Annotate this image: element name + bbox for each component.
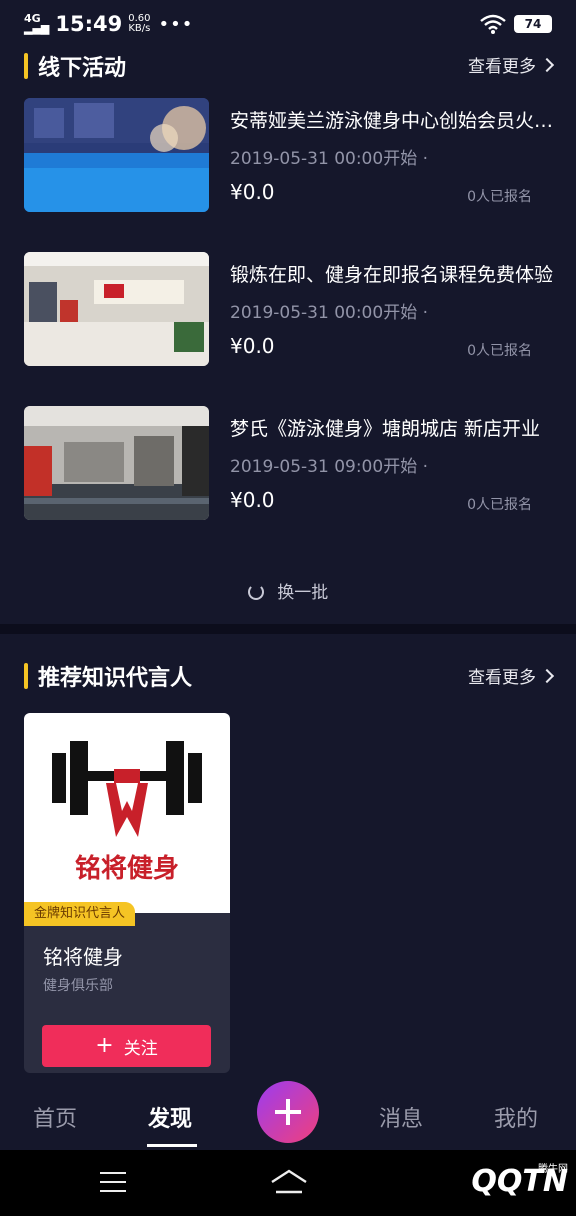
active-tab-indicator [147, 1144, 197, 1147]
section-accent-bar [24, 53, 28, 79]
follow-button[interactable]: + 关注 [42, 1025, 211, 1067]
event-signup-count: 0人已报名 [467, 189, 532, 205]
event-thumbnail [24, 406, 209, 520]
section-divider [0, 624, 576, 634]
system-nav-bar: QQTN 腾牛网 [0, 1150, 576, 1216]
event-title: 安蒂娅美兰游泳健身中心创始会员火热招募中 [230, 110, 554, 132]
tab-me[interactable]: 我的 [494, 1101, 538, 1133]
section-accent-bar [24, 663, 28, 689]
menu-icon[interactable] [100, 1172, 126, 1192]
event-date: 2019-05-31 00:00开始 · [230, 303, 428, 323]
tab-discover[interactable]: 发现 [148, 1101, 192, 1133]
status-bar: 4G ▂▄▆ 15:49 0.60 KB/s ••• 74 [0, 0, 576, 48]
spokesperson-card[interactable]: 铭将健身 金牌知识代言人 铭将健身 健身俱乐部 + 关注 [24, 713, 230, 1073]
event-signup-count: 0人已报名 [467, 343, 532, 359]
refresh-batch-button[interactable]: 换一批 [0, 578, 576, 603]
event-date: 2019-05-31 09:00开始 · [230, 457, 428, 477]
event-thumbnail [24, 98, 209, 212]
network-speed: 0.60 KB/s [128, 13, 151, 34]
event-title: 锻炼在即、健身在即报名课程免费体验 [230, 264, 554, 286]
offline-section-title: 线下活动 [38, 56, 127, 81]
event-thumbnail [24, 252, 209, 366]
chevron-right-icon [539, 668, 555, 683]
plus-icon: + [95, 1033, 114, 1058]
refresh-label: 换一批 [277, 583, 329, 603]
refresh-icon [247, 584, 264, 600]
event-signup-count: 0人已报名 [467, 497, 532, 513]
spokesperson-category: 健身俱乐部 [43, 978, 113, 994]
follow-label: 关注 [123, 1038, 158, 1059]
watermark-logo: QQTN 腾牛网 [471, 1164, 568, 1199]
home-icon[interactable] [270, 1168, 308, 1196]
battery-icon: 74 [514, 15, 552, 33]
event-price: ¥0.0 [230, 180, 275, 204]
spokesperson-logo: 铭将健身 [24, 713, 230, 913]
offline-more-link[interactable]: 查看更多 [468, 52, 555, 77]
offline-section-header: 线下活动 [24, 50, 126, 82]
tab-messages[interactable]: 消息 [379, 1101, 423, 1133]
wifi-icon [480, 14, 506, 34]
chevron-right-icon [539, 57, 555, 72]
event-item[interactable]: 安蒂娅美兰游泳健身中心创始会员火热招募中 2019-05-31 00:00开始 … [24, 98, 554, 212]
event-item[interactable]: 梦氏《游泳健身》塘朗城店 新店开业 2019-05-31 09:00开始 · ¥… [24, 406, 552, 520]
event-price: ¥0.0 [230, 334, 275, 358]
svg-text:铭将健身: 铭将健身 [75, 853, 179, 884]
plus-icon-vertical [286, 1099, 290, 1125]
status-time: 15:49 [55, 12, 123, 36]
signal-icon: 4G ▂▄▆ [24, 12, 50, 35]
gold-spokesperson-badge: 金牌知识代言人 [24, 902, 136, 926]
more-label: 查看更多 [468, 57, 536, 77]
more-status-icon: ••• [158, 13, 194, 35]
spokesperson-name: 铭将健身 [43, 945, 123, 969]
event-price: ¥0.0 [230, 488, 275, 512]
recommend-section-title: 推荐知识代言人 [38, 666, 193, 691]
recommend-section-header: 推荐知识代言人 [24, 660, 192, 692]
tab-home[interactable]: 首页 [33, 1101, 77, 1133]
event-item[interactable]: 锻炼在即、健身在即报名课程免费体验 2019-05-31 00:00开始 · ¥… [24, 252, 554, 366]
more-label: 查看更多 [468, 668, 536, 688]
event-date: 2019-05-31 00:00开始 · [230, 149, 428, 169]
create-button[interactable] [257, 1081, 319, 1143]
event-title: 梦氏《游泳健身》塘朗城店 新店开业 [230, 418, 541, 440]
recommend-more-link[interactable]: 查看更多 [468, 663, 555, 688]
